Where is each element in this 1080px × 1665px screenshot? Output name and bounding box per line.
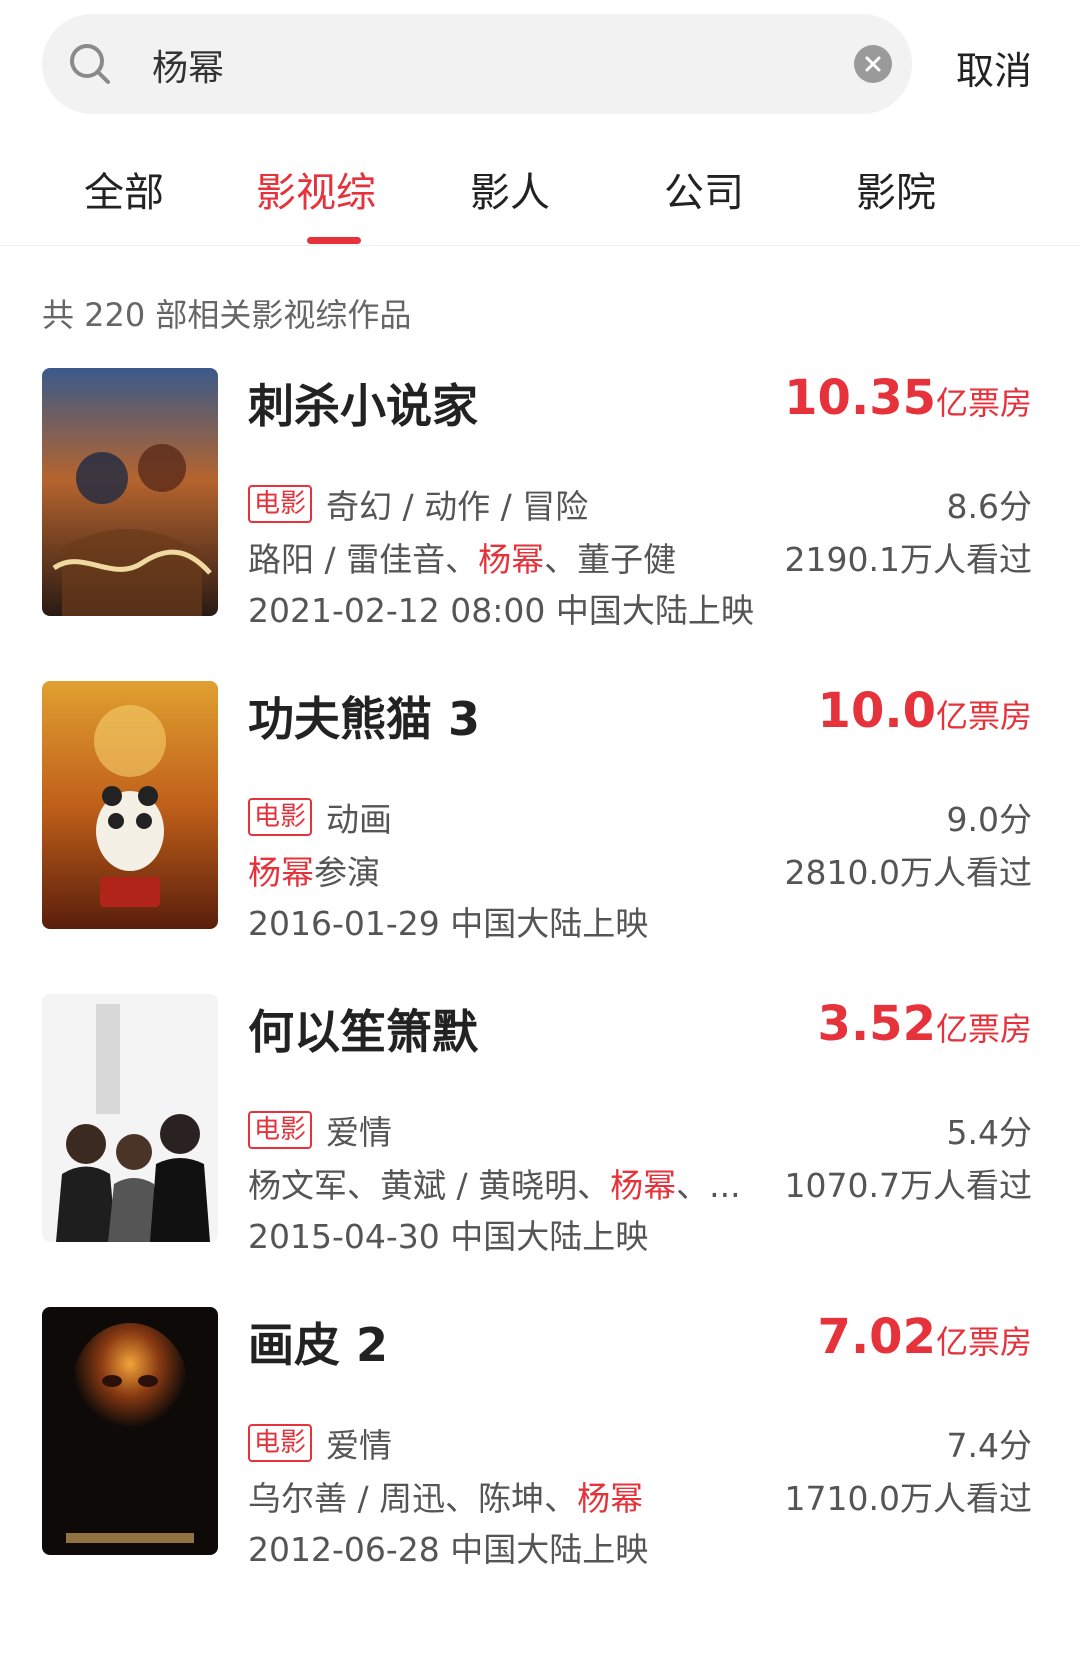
cast-highlight: 杨幂 [478, 540, 545, 579]
list-item[interactable]: 画皮 2 7.02亿票房 电影 爱情 乌尔善 / 周迅、陈坤、杨幂 2012-0… [0, 1307, 1080, 1577]
type-badge: 电影 [248, 485, 313, 523]
movie-poster-romance[interactable] [42, 994, 218, 1242]
box-office: 7.02亿票房 [818, 1309, 1032, 1365]
genre-line: 电影 奇幻 / 动作 / 冒险 [248, 480, 588, 528]
cast-text: 路阳 / 雷佳音、 [248, 540, 479, 579]
movie-poster-dark[interactable] [42, 1307, 218, 1555]
cast-highlight: 杨幂 [610, 1166, 677, 1205]
release-date: 2015-04-30 中国大陆上映 [248, 1217, 649, 1256]
box-office-value: 10.35 [784, 370, 936, 426]
category-tabs: 全部 影视综 影人 公司 影院 [0, 140, 1080, 246]
genre-line: 电影 爱情 [248, 1419, 392, 1467]
list-item[interactable]: 刺杀小说家 10.35亿票房 电影 奇幻 / 动作 / 冒险 路阳 / 雷佳音、… [0, 368, 1080, 638]
box-office-unit: 亿票房 [935, 384, 1032, 422]
type-badge: 电影 [248, 798, 313, 836]
score: 5.4分 [946, 1113, 1032, 1152]
search-input[interactable] [150, 36, 774, 94]
release-date: 2012-06-28 中国大陆上映 [248, 1530, 649, 1569]
active-tab-indicator [307, 237, 361, 244]
score: 7.4分 [946, 1426, 1032, 1465]
cast-text: 乌尔善 / 周迅、陈坤、 [248, 1479, 578, 1518]
genres: 爱情 [326, 1426, 393, 1465]
genre-line: 电影 爱情 [248, 1106, 392, 1154]
cast-line: 路阳 / 雷佳音、杨幂、董子健 [248, 533, 676, 581]
box-office: 3.52亿票房 [818, 996, 1032, 1052]
clear-icon[interactable] [854, 45, 892, 83]
item-title[interactable]: 何以笙箫默 [248, 996, 478, 1062]
item-title[interactable]: 画皮 2 [248, 1309, 388, 1375]
box-office-value: 10.0 [817, 683, 936, 739]
search-icon [68, 42, 112, 86]
cast-text: 杨文军、黄斌 / 黄晓明、 [248, 1166, 611, 1205]
score: 9.0分 [946, 800, 1032, 839]
cast-highlight: 杨幂 [248, 853, 314, 892]
box-office-value: 3.52 [817, 996, 936, 1052]
type-badge: 电影 [248, 1424, 313, 1462]
viewer-count: 2190.1万人看过 [784, 540, 1032, 579]
tab-film-tv-variety[interactable]: 影视综 [256, 160, 376, 218]
genres: 动画 [326, 800, 393, 839]
cast-text-after: 、... [676, 1166, 741, 1205]
cast-line: 杨文军、黄斌 / 黄晓明、杨幂、... [248, 1159, 741, 1207]
movie-poster-animation[interactable] [42, 681, 218, 929]
cast-text-after: 、董子健 [544, 540, 677, 579]
item-title[interactable]: 刺杀小说家 [248, 370, 478, 436]
movie-poster-action[interactable] [42, 368, 218, 616]
item-title[interactable]: 功夫熊猫 3 [248, 683, 480, 749]
viewer-count: 1070.7万人看过 [784, 1166, 1032, 1205]
result-count: 共 220 部相关影视综作品 [42, 296, 412, 334]
tab-companies[interactable]: 公司 [664, 160, 744, 218]
search-box[interactable] [42, 14, 912, 114]
score: 8.6分 [946, 487, 1032, 526]
viewer-count: 2810.0万人看过 [784, 853, 1032, 892]
list-item[interactable]: 功夫熊猫 3 10.0亿票房 电影 动画 杨幂参演 2016-01-29 中国大… [0, 681, 1080, 951]
release-date: 2016-01-29 中国大陆上映 [248, 904, 649, 943]
cast-line: 乌尔善 / 周迅、陈坤、杨幂 [248, 1472, 643, 1520]
genres: 奇幻 / 动作 / 冒险 [326, 487, 589, 526]
cast-line: 杨幂参演 [248, 846, 380, 894]
cancel-button[interactable]: 取消 [956, 40, 1032, 95]
box-office-value: 7.02 [817, 1309, 936, 1365]
box-office: 10.35亿票房 [784, 370, 1032, 426]
search-row: 取消 [0, 0, 1080, 125]
box-office-unit: 亿票房 [935, 697, 1032, 735]
tab-all[interactable]: 全部 [84, 160, 164, 218]
box-office-unit: 亿票房 [935, 1010, 1032, 1048]
tab-cinemas[interactable]: 影院 [856, 160, 936, 218]
viewer-count: 1710.0万人看过 [784, 1479, 1032, 1518]
box-office-unit: 亿票房 [935, 1323, 1032, 1361]
cast-highlight: 杨幂 [577, 1479, 644, 1518]
genre-line: 电影 动画 [248, 793, 392, 841]
cast-text-after: 参演 [314, 853, 380, 892]
release-date: 2021-02-12 08:00 中国大陆上映 [248, 591, 754, 630]
tab-people[interactable]: 影人 [470, 160, 550, 218]
box-office: 10.0亿票房 [818, 683, 1032, 739]
type-badge: 电影 [248, 1111, 313, 1149]
list-item[interactable]: 何以笙箫默 3.52亿票房 电影 爱情 杨文军、黄斌 / 黄晓明、杨幂、... … [0, 994, 1080, 1264]
genres: 爱情 [326, 1113, 393, 1152]
